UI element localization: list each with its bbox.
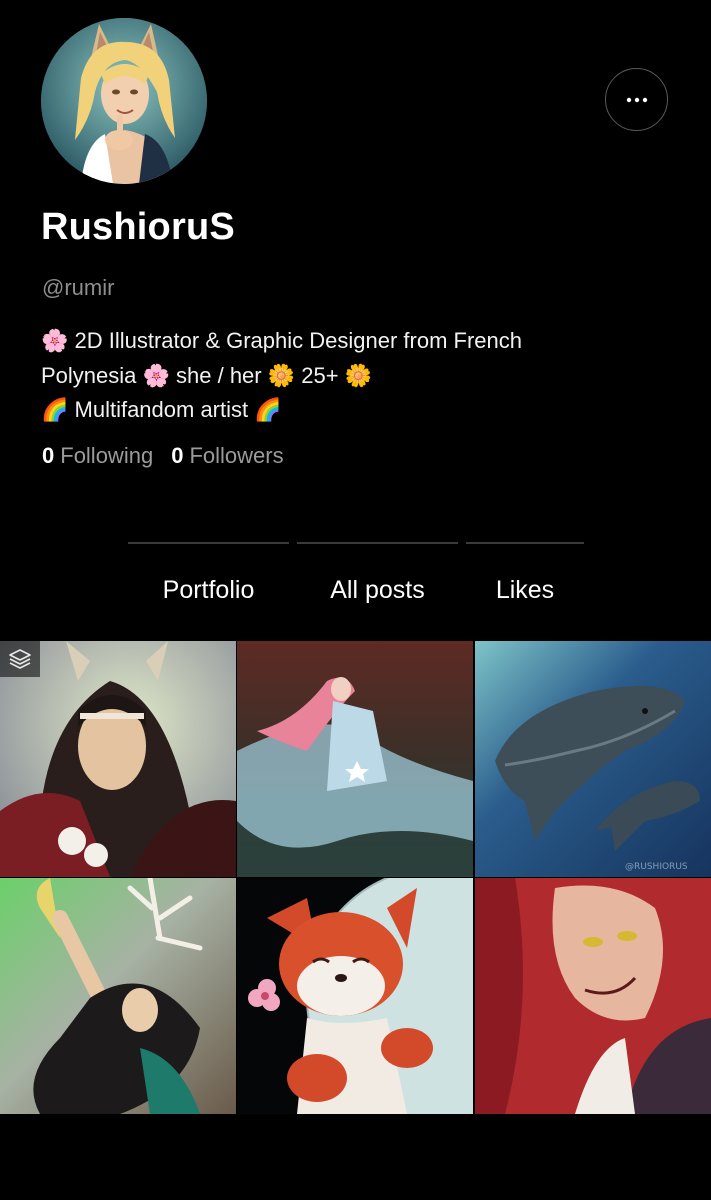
tab-divider — [297, 542, 458, 544]
following-count: 0 — [42, 443, 55, 468]
artwork-thumbnail — [475, 878, 711, 1114]
artwork-thumbnail — [0, 878, 236, 1114]
portfolio-item[interactable] — [0, 641, 236, 877]
following-stat[interactable]: 0 Following — [42, 443, 153, 469]
followers-label: Followers — [189, 443, 284, 468]
tab-divider — [466, 542, 584, 544]
tab-label: Portfolio — [162, 576, 255, 604]
avatar-illustration — [41, 18, 207, 184]
portfolio-item[interactable] — [0, 878, 236, 1114]
artwork-thumbnail — [237, 641, 473, 877]
bio-line: 🌸 2D Illustrator & Graphic Designer from… — [41, 328, 522, 353]
tab-label: Likes — [495, 576, 555, 604]
tab-label: All posts — [330, 576, 425, 604]
bio-line: 🌈 Multifandom artist 🌈 — [41, 397, 282, 422]
svg-text:@RUSHIORUS: @RUSHIORUS — [625, 862, 688, 872]
portfolio-item[interactable]: @RUSHIORUS — [475, 641, 711, 877]
followers-stat[interactable]: 0 Followers — [171, 443, 283, 469]
followers-count: 0 — [171, 443, 184, 468]
multi-image-badge — [0, 641, 40, 677]
artwork-thumbnail — [237, 878, 473, 1114]
tab-divider — [128, 542, 289, 544]
following-label: Following — [60, 443, 154, 468]
portfolio-item[interactable] — [475, 878, 711, 1114]
profile-display-name: RushioruS — [41, 206, 235, 248]
profile-handle: @rumir — [42, 275, 115, 300]
tab-all-posts[interactable]: All posts — [297, 542, 458, 632]
portfolio-item[interactable] — [237, 641, 473, 877]
portfolio-item[interactable] — [237, 878, 473, 1114]
profile-avatar[interactable] — [41, 18, 207, 184]
profile-tabs: Portfolio All posts Likes — [0, 542, 711, 632]
more-horizontal-icon — [626, 97, 647, 102]
profile-stats: 0 Following 0 Followers — [42, 443, 284, 469]
tab-likes[interactable]: Likes — [466, 542, 584, 632]
tab-portfolio[interactable]: Portfolio — [128, 542, 289, 632]
portfolio-grid: @RUSHIORUS — [0, 641, 711, 1115]
bio-line: Polynesia 🌸 she / her 🌼 25+ 🌼 — [41, 362, 373, 388]
more-options-button[interactable] — [605, 68, 668, 131]
artwork-thumbnail: @RUSHIORUS — [475, 641, 711, 877]
layers-icon — [9, 649, 31, 669]
profile-bio: 🌸 2D Illustrator & Graphic Designer from… — [41, 324, 601, 428]
